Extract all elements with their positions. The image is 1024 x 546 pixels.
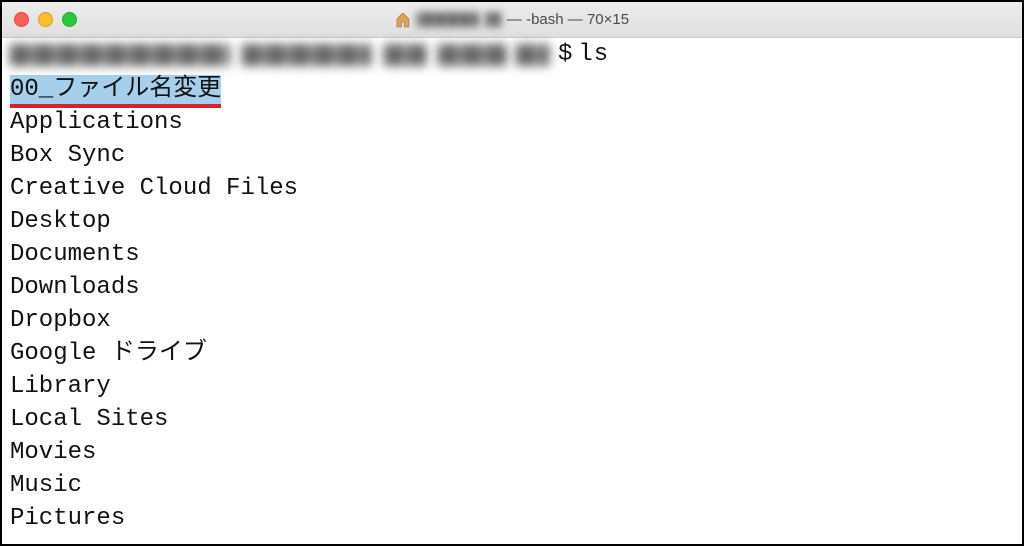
redacted-text (384, 44, 426, 66)
list-item: Downloads (10, 271, 732, 304)
ls-output: 00_ファイル名変更 Applications Box Sync Creativ… (2, 71, 732, 535)
prompt-line: $ ls (2, 38, 1022, 71)
redacted-text (485, 12, 501, 27)
traffic-lights (14, 12, 77, 27)
highlighted-entry: 00_ファイル名変更 (10, 75, 221, 108)
redacted-text (438, 44, 508, 66)
list-item: Library (10, 370, 732, 403)
list-item: Box Sync (10, 139, 732, 172)
list-item: Movies (10, 436, 732, 469)
list-item: Music (10, 469, 732, 502)
list-item-highlighted: 00_ファイル名変更 (10, 73, 732, 106)
list-item: Dropbox (10, 304, 732, 337)
redacted-text (10, 44, 230, 66)
list-item: Local Sites (10, 403, 732, 436)
title-suffix: — -bash — 70×15 (507, 11, 629, 28)
list-item: Creative Cloud Files (10, 172, 732, 205)
window-title: — -bash — 70×15 (395, 11, 629, 28)
list-item: Google ドライブ (10, 337, 732, 370)
redacted-text (242, 44, 372, 66)
list-item: Desktop (10, 205, 732, 238)
list-item: Documents (10, 238, 732, 271)
redacted-text (417, 12, 479, 27)
list-item: Applications (10, 106, 732, 139)
list-item: Pictures (10, 502, 732, 535)
window-titlebar: — -bash — 70×15 (2, 2, 1022, 38)
prompt-sign: $ (558, 38, 572, 71)
home-icon (395, 12, 411, 28)
redacted-text (516, 44, 550, 66)
close-window-button[interactable] (14, 12, 29, 27)
zoom-window-button[interactable] (62, 12, 77, 27)
terminal-body[interactable]: $ ls 00_ファイル名変更 Applications Box Sync Cr… (2, 38, 1022, 544)
minimize-window-button[interactable] (38, 12, 53, 27)
command-text: ls (578, 38, 609, 71)
